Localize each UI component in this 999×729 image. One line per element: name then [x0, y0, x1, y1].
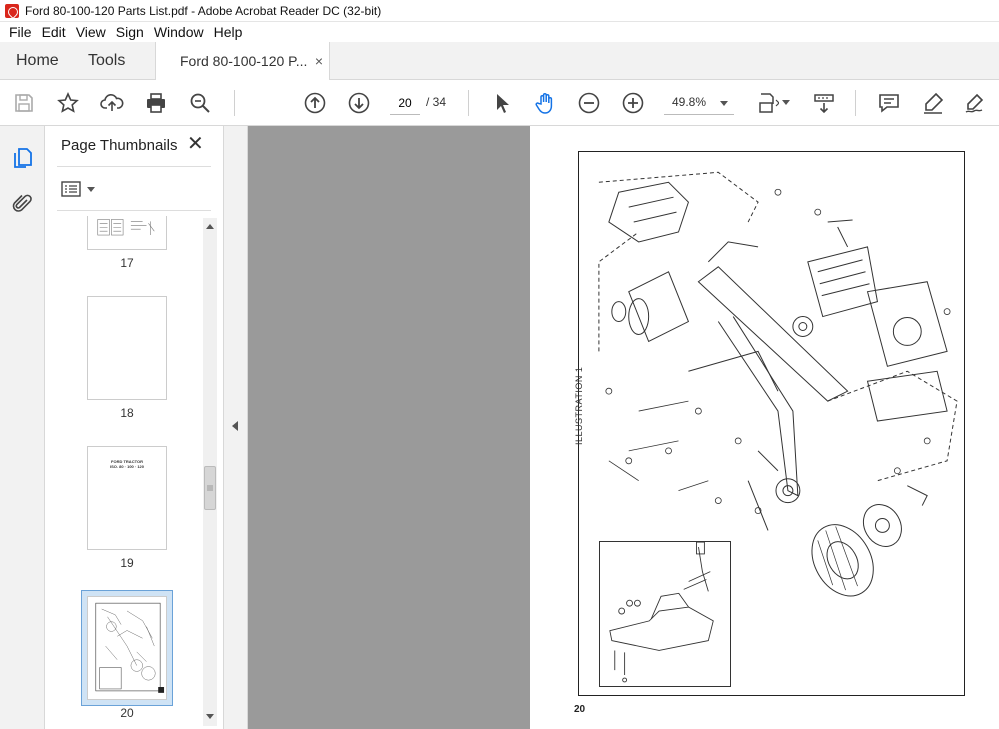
grip-icon [207, 485, 213, 491]
list-options-icon [61, 181, 81, 197]
hand-icon[interactable] [533, 91, 557, 115]
highlight-icon[interactable] [921, 91, 945, 115]
page-total: / 34 [426, 95, 447, 109]
print-icon[interactable] [144, 91, 168, 115]
menu-sign[interactable]: Sign [111, 24, 149, 40]
page-number-input[interactable] [390, 91, 420, 115]
thumbnail-options-button[interactable] [61, 180, 97, 198]
menu-window[interactable]: Window [149, 24, 209, 40]
toolbar-separator [855, 90, 856, 116]
acrobat-logo-icon [5, 3, 19, 18]
fit-page-icon[interactable] [755, 91, 779, 115]
zoom-in-icon[interactable] [621, 91, 645, 115]
chevron-down-icon[interactable] [782, 100, 790, 105]
menu-help[interactable]: Help [209, 24, 248, 40]
tab-tools[interactable]: Tools [88, 42, 125, 80]
thumbnail-page-18[interactable] [87, 296, 167, 400]
comment-icon[interactable] [877, 91, 901, 115]
page-20-preview [95, 602, 165, 693]
thumbnail-page-19[interactable]: FORD TRACTOR ISO. 80 · 100 · 120 [87, 446, 167, 550]
close-tab-icon[interactable]: × [315, 42, 323, 80]
toolbar: / 34 49.8% [0, 80, 999, 126]
inset-detail-box [599, 541, 731, 687]
menu-file[interactable]: File [4, 24, 37, 40]
tab-home[interactable]: Home [16, 42, 59, 80]
title-bar: Ford 80-100-120 Parts List.pdf - Adobe A… [0, 0, 999, 22]
illustration-label: ILLUSTRATION 1 [574, 366, 584, 445]
scroll-mode-icon[interactable] [812, 91, 836, 115]
zoom-out-icon[interactable] [577, 91, 601, 115]
thumbnail-page-20[interactable] [87, 596, 167, 700]
menu-edit[interactable]: Edit [37, 24, 71, 40]
zoom-dropdown[interactable]: 49.8% [664, 91, 734, 115]
zoom-search-icon[interactable] [188, 91, 212, 115]
toolbar-separator [234, 90, 235, 116]
thumbnail-label: 19 [120, 556, 134, 570]
menu-view[interactable]: View [71, 24, 111, 40]
select-arrow-icon[interactable] [490, 91, 514, 115]
panel-divider [57, 166, 211, 167]
zoom-value: 49.8% [672, 95, 707, 109]
thumbnail-page-17[interactable] [87, 216, 167, 250]
chevron-down-icon [87, 186, 95, 192]
thumbnail-list: 17 18 FORD TRACTOR ISO. 80 · 100 · 120 1… [45, 216, 203, 729]
thumbnail-label: 17 [120, 256, 134, 270]
thumbnail-label: 18 [120, 406, 134, 420]
chevron-down-icon [720, 101, 728, 106]
scrollbar-thumb[interactable] [204, 466, 216, 510]
page-up-icon[interactable] [303, 91, 327, 115]
tab-document[interactable]: Ford 80-100-120 P... × [155, 42, 330, 81]
tab-document-label: Ford 80-100-120 P... [180, 53, 308, 69]
thumb19-line-2: ISO. 80 · 100 · 120 [109, 464, 145, 469]
sign-icon[interactable] [963, 91, 987, 115]
paperclip-icon[interactable] [10, 192, 34, 216]
page-down-icon[interactable] [347, 91, 371, 115]
scroll-up-arrow-icon[interactable] [206, 224, 214, 229]
collapse-panel-arrow-icon[interactable] [232, 421, 238, 431]
panel-title: Page Thumbnails [61, 137, 178, 154]
upload-icon[interactable] [100, 91, 124, 115]
page-17-preview [97, 219, 155, 236]
menu-bar: File Edit View Sign Window Help [0, 22, 999, 42]
thumbnail-label: 20 [120, 706, 134, 720]
toolbar-separator [468, 90, 469, 116]
save-icon[interactable] [12, 91, 36, 115]
panel-divider [57, 210, 211, 211]
inset-diagram [609, 541, 714, 683]
page-thumbnails-icon[interactable] [10, 146, 34, 170]
star-icon[interactable] [56, 91, 80, 115]
thumb19-text: FORD TRACTOR ISO. 80 · 100 · 120 [88, 459, 166, 469]
close-icon[interactable]: ✕ [187, 134, 204, 154]
tab-bar: Home Tools Ford 80-100-120 P... × [0, 42, 999, 81]
window-title: Ford 80-100-120 Parts List.pdf - Adobe A… [25, 3, 382, 18]
scroll-down-arrow-icon[interactable] [206, 714, 214, 719]
thumbnails-panel: Page Thumbnails ✕ 17 18 FORD TRACTOR ISO… [45, 126, 224, 729]
page-number-text: 20 [574, 704, 586, 715]
left-rail [0, 126, 45, 729]
